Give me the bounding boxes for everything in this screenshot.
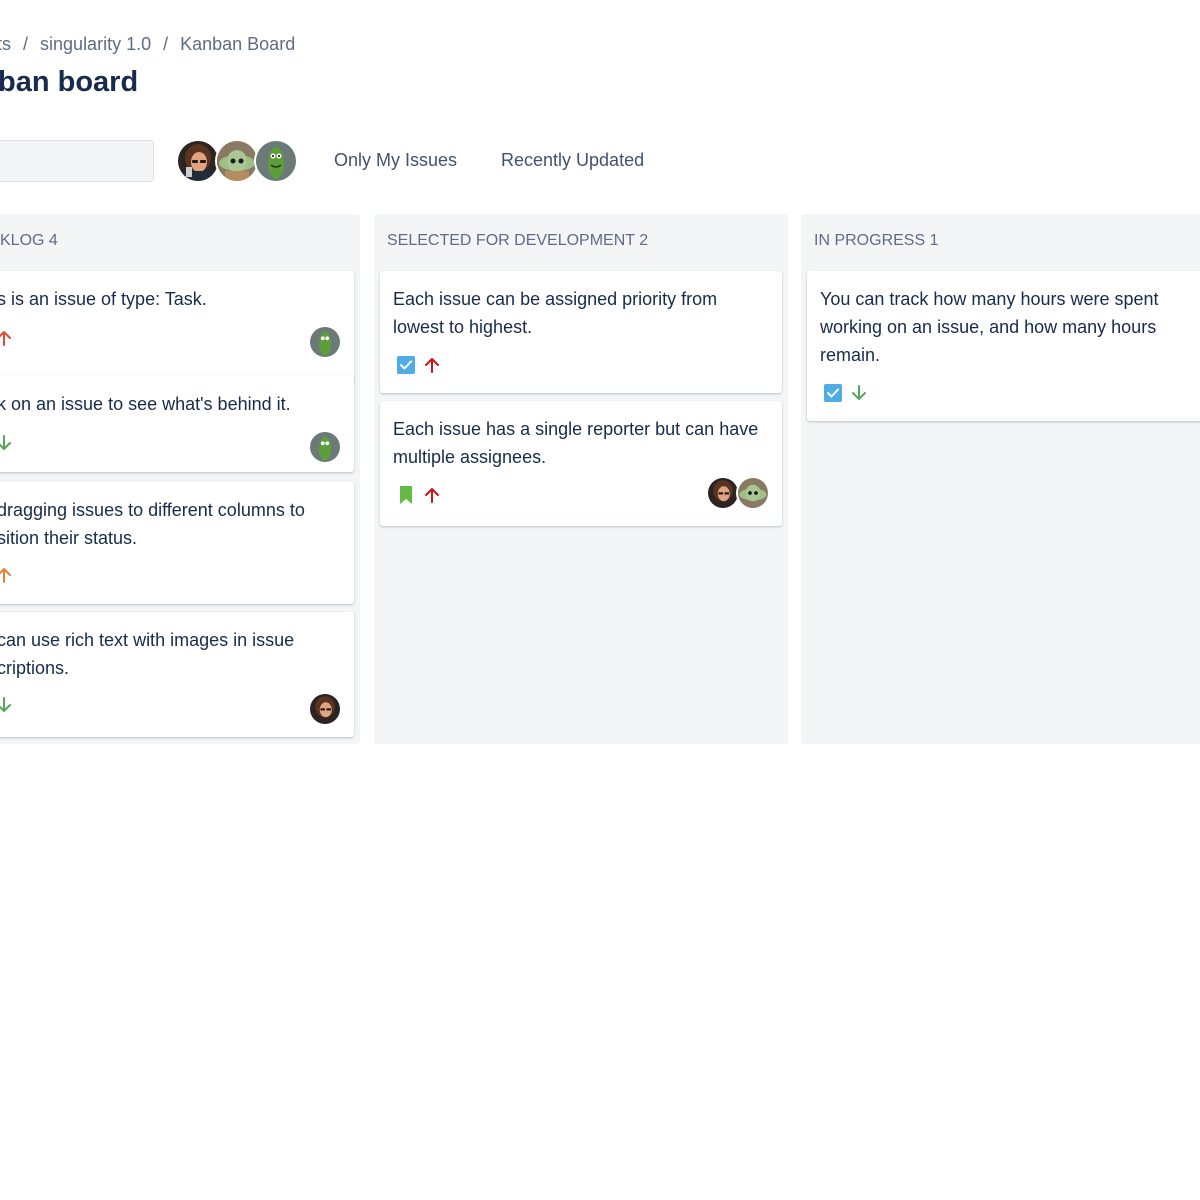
arrow-up-icon xyxy=(425,358,439,373)
column-header: KLOG 4 xyxy=(0,232,58,249)
avatar-pickle-rick[interactable] xyxy=(254,139,298,183)
issue-title: s is an issue of type: Task. xyxy=(0,289,207,309)
task-checkbox-icon xyxy=(824,384,842,402)
issue-card[interactable]: dragging issues to different columns to … xyxy=(0,482,354,604)
arrow-down-icon xyxy=(0,435,11,450)
issue-title: can use rich text with images in issue c… xyxy=(0,630,295,678)
task-checkbox-icon xyxy=(397,356,415,374)
issue-title: dragging issues to different columns to … xyxy=(0,500,305,548)
avatar-person-curly-hair xyxy=(706,476,740,510)
column-header: SELECTED FOR DEVELOPMENT 2 xyxy=(387,232,649,249)
avatar-person-curly-hair[interactable] xyxy=(176,139,220,183)
breadcrumb-item-project[interactable]: singularity 1.0 xyxy=(40,34,151,54)
recently-updated-button[interactable]: Recently Updated xyxy=(501,149,644,171)
issue-card[interactable]: Each issue can be assigned priority from… xyxy=(380,271,782,393)
arrow-down-icon xyxy=(0,697,11,712)
issue-card[interactable]: s is an issue of type: Task. xyxy=(0,271,354,384)
column-header: IN PROGRESS 1 xyxy=(814,232,939,249)
page-title: ban board xyxy=(0,66,139,98)
breadcrumb-separator: / xyxy=(163,34,169,54)
breadcrumb: cts / singularity 1.0 / Kanban Board xyxy=(0,34,295,55)
avatar-person-curly-hair xyxy=(308,692,342,726)
breadcrumb-item-projects[interactable]: cts xyxy=(0,34,11,54)
column-in-progress: IN PROGRESS 1 You can track how many hou… xyxy=(801,214,1200,744)
search-input[interactable] xyxy=(0,140,154,182)
story-bookmark-icon xyxy=(400,486,412,504)
arrow-up-icon xyxy=(0,331,11,346)
column-backlog: KLOG 4 s is an issue of type: Task. k on… xyxy=(0,214,360,744)
arrow-up-icon xyxy=(0,568,11,583)
avatar-pickle-rick xyxy=(308,430,342,464)
issue-card[interactable]: can use rich text with images in issue c… xyxy=(0,612,354,737)
avatar-pickle-rick xyxy=(308,325,342,359)
avatar-baby-yoda[interactable] xyxy=(215,139,259,183)
arrow-down-icon xyxy=(852,385,866,400)
issue-card[interactable]: Each issue has a single reporter but can… xyxy=(380,401,782,526)
issue-title: k on an issue to see what's behind it. xyxy=(0,394,291,414)
avatar-baby-yoda xyxy=(736,476,770,510)
issue-title: Each issue has a single reporter but can… xyxy=(393,419,759,467)
issue-card[interactable]: k on an issue to see what's behind it. xyxy=(0,376,354,472)
issue-card[interactable]: You can track how many hours were spent … xyxy=(807,271,1200,421)
arrow-up-icon xyxy=(425,488,439,503)
only-my-issues-button[interactable]: Only My Issues xyxy=(334,149,457,171)
breadcrumb-item-board[interactable]: Kanban Board xyxy=(180,34,295,54)
issue-title: Each issue can be assigned priority from… xyxy=(393,289,718,337)
column-selected-for-development: SELECTED FOR DEVELOPMENT 2 Each issue ca… xyxy=(374,214,788,744)
breadcrumb-separator: / xyxy=(23,34,29,54)
issue-title: You can track how many hours were spent … xyxy=(820,289,1159,365)
